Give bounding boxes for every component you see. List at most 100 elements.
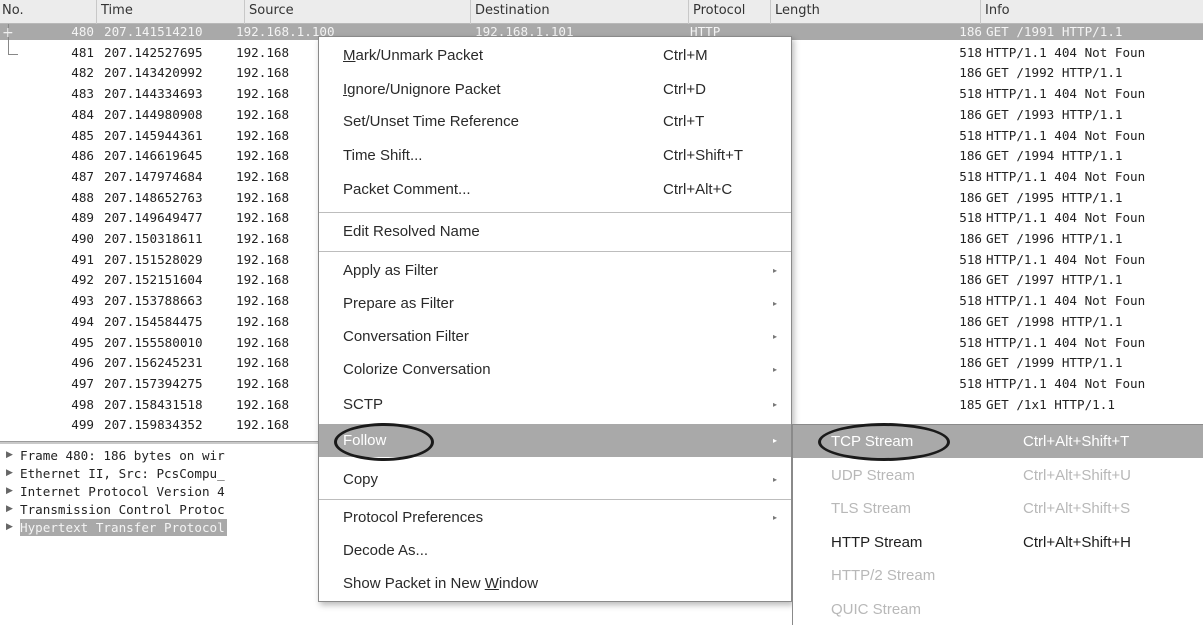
detail-row-label: Ethernet II, Src: PcsCompu_ xyxy=(20,466,225,481)
packet-cell-len: 518 xyxy=(959,334,982,350)
menu-item-show-in-new-window[interactable]: Show Packet in New Window xyxy=(319,567,791,600)
packet-cell-len: 518 xyxy=(959,44,982,60)
menu-item-colorize-conversation[interactable]: Colorize Conversation ▸ xyxy=(319,353,791,386)
packet-cell-time: 207.149649477 xyxy=(104,210,203,226)
packet-cell-no: 488 xyxy=(71,189,94,205)
annotation-oval-tcp-stream xyxy=(818,423,950,461)
packet-cell-no: 499 xyxy=(71,417,94,433)
expand-arrow-icon[interactable]: ▶ xyxy=(6,519,13,536)
menu-label: Time Shift... xyxy=(343,147,423,164)
packet-cell-no: 480 xyxy=(71,24,94,39)
menu-item-packet-comment[interactable]: Packet Comment... Ctrl+Alt+C xyxy=(319,173,791,206)
packet-cell-info: HTTP/1.1 404 Not Foun xyxy=(986,44,1146,60)
menu-label-part: ark/Unmark Packet xyxy=(355,47,484,64)
packet-cell-info: GET /1x1 HTTP/1.1 xyxy=(986,396,1115,412)
submenu-label: HTTP/2 Stream xyxy=(831,567,936,584)
detail-row-label: Frame 480: 186 bytes on wir xyxy=(20,448,225,463)
column-header-time[interactable]: Time xyxy=(96,0,244,24)
mnemonic-letter: W xyxy=(484,575,499,592)
menu-label: Packet Comment... xyxy=(343,181,471,198)
menu-item-prepare-as-filter[interactable]: Prepare as Filter ▸ xyxy=(319,287,791,320)
packet-cell-time: 207.152151604 xyxy=(104,272,203,288)
packet-cell-info: HTTP/1.1 404 Not Foun xyxy=(986,168,1146,184)
packet-cell-time: 207.151528029 xyxy=(104,251,203,267)
menu-item-mark-packet[interactable]: Mark/Unmark Packet Ctrl+M xyxy=(319,39,791,72)
packet-cell-src: 192.168 xyxy=(236,44,290,60)
menu-separator xyxy=(319,212,791,213)
submenu-arrow-icon: ▸ xyxy=(773,436,778,445)
packet-cell-src: 192.168 xyxy=(236,396,290,412)
packet-cell-len: 518 xyxy=(959,251,982,267)
packet-cell-time: 207.157394275 xyxy=(104,375,203,391)
packet-cell-time: 207.144334693 xyxy=(104,86,203,102)
packet-cell-no: 490 xyxy=(71,231,94,246)
expand-arrow-icon[interactable]: ▶ xyxy=(6,447,13,464)
menu-item-protocol-preferences[interactable]: Protocol Preferences ▸ xyxy=(319,501,791,534)
detail-row-label: Internet Protocol Version 4 xyxy=(20,484,225,499)
menu-label: Decode As... xyxy=(343,542,429,559)
packet-cell-info: GET /1999 HTTP/1.1 xyxy=(986,355,1123,371)
packet-cell-len: 186 xyxy=(959,65,982,81)
menu-separator xyxy=(319,499,791,500)
menu-item-time-shift[interactable]: Time Shift... Ctrl+Shift+T xyxy=(319,139,791,172)
menu-item-sctp[interactable]: SCTP ▸ xyxy=(319,388,791,421)
submenu-arrow-icon: ▸ xyxy=(773,332,778,341)
packet-list-header: No. Time Source Destination Protocol Len… xyxy=(0,0,1203,24)
annotation-oval-follow xyxy=(334,423,434,461)
menu-item-ignore-packet[interactable]: Ignore/Unignore Packet Ctrl+D xyxy=(319,73,791,106)
column-header-info[interactable]: Info xyxy=(980,0,1203,24)
submenu-label: HTTP Stream xyxy=(831,533,923,551)
column-header-no[interactable]: No. xyxy=(0,0,96,24)
packet-cell-src: 192.168 xyxy=(236,148,290,164)
packet-cell-src: 192.168 xyxy=(236,189,290,205)
packet-cell-time: 207.148652763 xyxy=(104,189,203,205)
mnemonic-letter: M xyxy=(343,47,356,64)
packet-cell-time: 207.158431518 xyxy=(104,396,203,412)
packet-cell-info: GET /1996 HTTP/1.1 xyxy=(986,231,1123,246)
column-header-destination[interactable]: Destination xyxy=(470,0,688,24)
shortcut-label: Ctrl+Alt+Shift+S xyxy=(1023,500,1131,517)
submenu-item-udp-stream: UDP Stream Ctrl+Alt+Shift+U xyxy=(793,459,1203,492)
expand-arrow-icon[interactable]: ▶ xyxy=(6,465,13,482)
packet-cell-no: 493 xyxy=(71,293,94,309)
packet-cell-src: 192.168 xyxy=(236,127,290,143)
menu-item-time-reference[interactable]: Set/Unset Time Reference Ctrl+T xyxy=(319,105,791,138)
column-header-protocol[interactable]: Protocol xyxy=(688,0,770,24)
shortcut-label: Ctrl+Alt+Shift+H xyxy=(1023,533,1131,551)
menu-item-edit-resolved-name[interactable]: Edit Resolved Name xyxy=(319,215,791,248)
packet-cell-time: 207.142527695 xyxy=(104,44,203,60)
packet-cell-src: 192.168 xyxy=(236,334,290,350)
shortcut-label: Ctrl+Shift+T xyxy=(663,147,744,164)
packet-cell-info: GET /1992 HTTP/1.1 xyxy=(986,65,1123,81)
menu-item-apply-as-filter[interactable]: Apply as Filter ▸ xyxy=(319,254,791,287)
packet-cell-src: 192.168 xyxy=(236,293,290,309)
packet-cell-src: 192.168 xyxy=(236,106,290,122)
submenu-item-http-stream[interactable]: HTTP Stream Ctrl+Alt+Shift+H xyxy=(793,526,1203,559)
packet-cell-src: 192.168 xyxy=(236,65,290,81)
packet-cell-len: 518 xyxy=(959,86,982,102)
packet-cell-len: 518 xyxy=(959,210,982,226)
expand-arrow-icon[interactable]: ▶ xyxy=(6,501,13,518)
packet-cell-src: 192.168 xyxy=(236,313,290,329)
packet-cell-time: 207.141514210 xyxy=(104,24,203,39)
packet-cell-time: 207.154584475 xyxy=(104,313,203,329)
packet-cell-time: 207.159834352 xyxy=(104,417,203,433)
packet-cell-len: 186 xyxy=(959,106,982,122)
column-header-source[interactable]: Source xyxy=(244,0,470,24)
packet-cell-no: 497 xyxy=(71,375,94,391)
packet-cell-len: 186 xyxy=(959,24,982,39)
column-header-length[interactable]: Length xyxy=(770,0,980,24)
menu-label-part: Show Packet in New xyxy=(343,575,485,592)
packet-cell-len: 518 xyxy=(959,168,982,184)
menu-item-conversation-filter[interactable]: Conversation Filter ▸ xyxy=(319,320,791,353)
menu-item-copy[interactable]: Copy ▸ xyxy=(319,463,791,496)
expand-arrow-icon[interactable]: ▶ xyxy=(6,483,13,500)
packet-cell-info: HTTP/1.1 404 Not Foun xyxy=(986,334,1146,350)
packet-cell-info: GET /1994 HTTP/1.1 xyxy=(986,148,1123,164)
packet-cell-no: 494 xyxy=(71,313,94,329)
menu-label: SCTP xyxy=(343,396,384,413)
packet-cell-info: HTTP/1.1 404 Not Foun xyxy=(986,127,1146,143)
submenu-arrow-icon: ▸ xyxy=(773,365,778,374)
menu-item-decode-as[interactable]: Decode As... xyxy=(319,534,791,567)
packet-cell-time: 207.143420992 xyxy=(104,65,203,81)
